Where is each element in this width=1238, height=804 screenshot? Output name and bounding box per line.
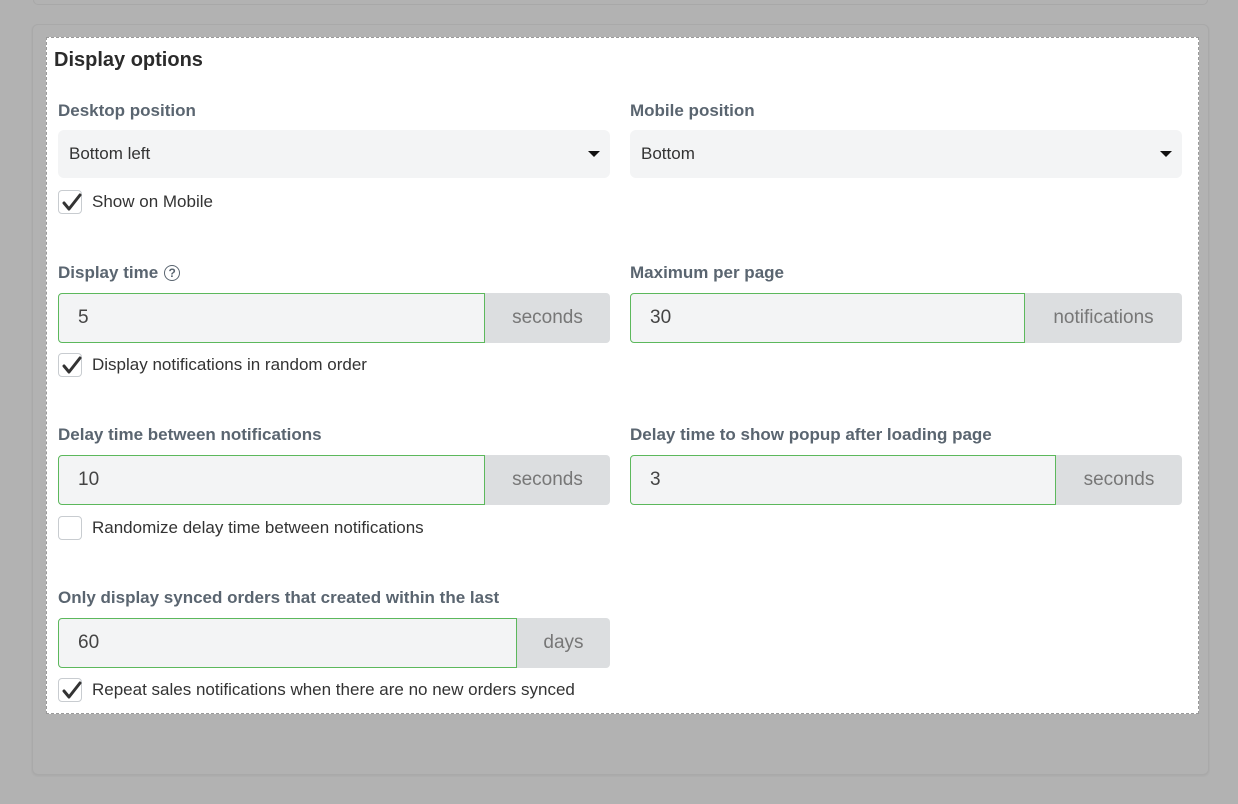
delay-popup-unit: seconds bbox=[1056, 455, 1182, 505]
synced-orders-label: Only display synced orders that created … bbox=[58, 588, 500, 607]
random-order-checkbox[interactable] bbox=[58, 353, 82, 377]
synced-orders-unit: days bbox=[517, 618, 610, 668]
synced-orders-field: Only display synced orders that created … bbox=[58, 587, 610, 668]
maximum-per-page-unit: notifications bbox=[1025, 293, 1182, 343]
mobile-position-field: Mobile position Bottom bbox=[630, 100, 1182, 178]
display-options-panel: Display options Desktop position Bottom … bbox=[46, 37, 1199, 714]
repeat-sales-row[interactable]: Repeat sales notifications when there ar… bbox=[58, 678, 575, 702]
repeat-sales-label: Repeat sales notifications when there ar… bbox=[92, 680, 575, 699]
display-time-input[interactable]: 5 bbox=[58, 293, 485, 343]
previous-card-edge bbox=[33, 0, 1208, 5]
display-time-unit: seconds bbox=[485, 293, 610, 343]
desktop-position-label: Desktop position bbox=[58, 101, 196, 120]
checkmark-icon bbox=[62, 193, 82, 211]
mobile-position-label: Mobile position bbox=[630, 101, 755, 120]
delay-popup-label: Delay time to show popup after loading p… bbox=[630, 425, 992, 444]
synced-orders-input[interactable]: 60 bbox=[58, 618, 517, 668]
maximum-per-page-field: Maximum per page 30 notifications bbox=[630, 262, 1182, 343]
maximum-per-page-label: Maximum per page bbox=[630, 263, 784, 282]
delay-between-label: Delay time between notifications bbox=[58, 425, 322, 444]
display-time-label: Display time ? bbox=[58, 262, 610, 284]
show-on-mobile-label: Show on Mobile bbox=[92, 192, 213, 211]
display-time-input-group: 5 seconds bbox=[58, 293, 610, 343]
display-time-field: Display time ? 5 seconds bbox=[58, 262, 610, 343]
caret-down-icon bbox=[1160, 151, 1172, 157]
desktop-position-value: Bottom left bbox=[69, 144, 151, 163]
desktop-position-select[interactable]: Bottom left bbox=[58, 130, 610, 178]
repeat-sales-checkbox[interactable] bbox=[58, 678, 82, 702]
help-icon[interactable]: ? bbox=[164, 265, 181, 281]
show-on-mobile-checkbox[interactable] bbox=[58, 190, 82, 214]
panel-title: Display options bbox=[54, 49, 203, 71]
mobile-position-value: Bottom bbox=[641, 144, 695, 163]
delay-between-input-group: 10 seconds bbox=[58, 455, 610, 505]
mobile-position-select[interactable]: Bottom bbox=[630, 130, 1182, 178]
randomize-delay-label: Randomize delay time between notificatio… bbox=[92, 518, 424, 537]
checkmark-icon bbox=[62, 356, 82, 374]
checkmark-icon bbox=[62, 681, 82, 699]
delay-between-field: Delay time between notifications 10 seco… bbox=[58, 424, 610, 505]
maximum-per-page-input-group: 30 notifications bbox=[630, 293, 1182, 343]
show-on-mobile-row[interactable]: Show on Mobile bbox=[58, 190, 213, 214]
delay-popup-field: Delay time to show popup after loading p… bbox=[630, 424, 1182, 505]
randomize-delay-row[interactable]: Randomize delay time between notificatio… bbox=[58, 516, 424, 540]
delay-popup-input-group: 3 seconds bbox=[630, 455, 1182, 505]
maximum-per-page-input[interactable]: 30 bbox=[630, 293, 1025, 343]
random-order-label: Display notifications in random order bbox=[92, 355, 367, 374]
delay-popup-input[interactable]: 3 bbox=[630, 455, 1056, 505]
synced-orders-input-group: 60 days bbox=[58, 618, 610, 668]
desktop-position-field: Desktop position Bottom left bbox=[58, 100, 610, 178]
delay-between-input[interactable]: 10 bbox=[58, 455, 485, 505]
caret-down-icon bbox=[588, 151, 600, 157]
random-order-row[interactable]: Display notifications in random order bbox=[58, 353, 367, 377]
randomize-delay-checkbox[interactable] bbox=[58, 516, 82, 540]
delay-between-unit: seconds bbox=[485, 455, 610, 505]
